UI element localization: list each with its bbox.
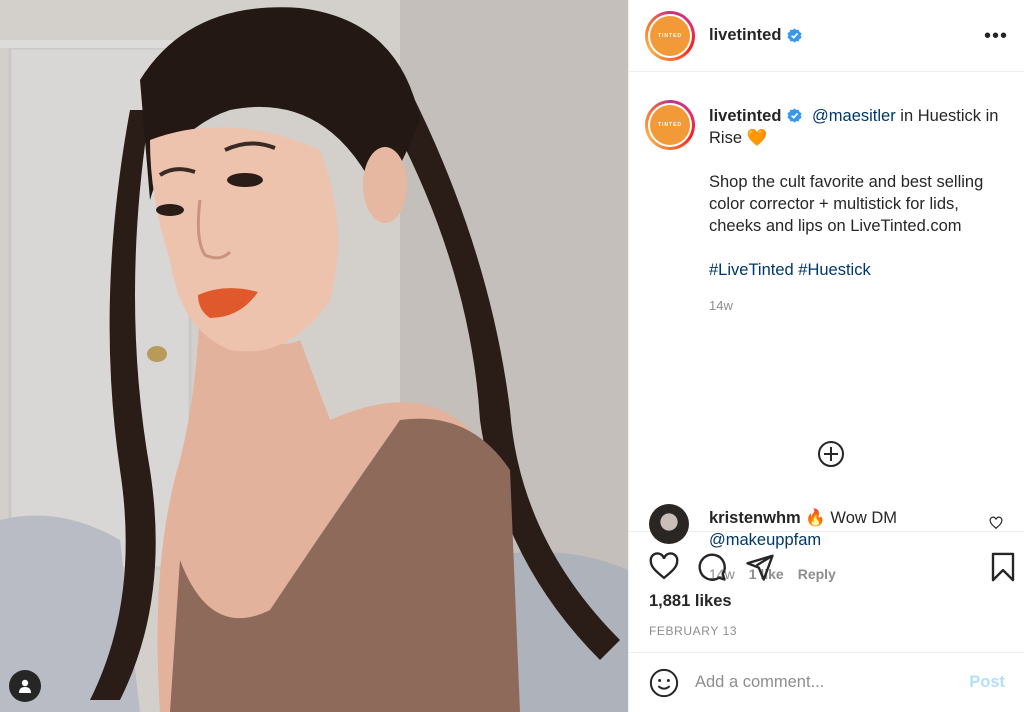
smiley-icon — [649, 668, 679, 697]
post-comment-button[interactable]: Post — [969, 673, 1005, 692]
fire-emoji: 🔥 — [805, 509, 826, 527]
user-tag-icon — [19, 679, 31, 693]
post-header: TINTED livetinted ••• — [629, 0, 1024, 72]
comment-text: Wow DM — [825, 509, 898, 527]
bookmark-icon[interactable] — [989, 552, 1017, 582]
caption-hashtags[interactable]: #LiveTinted #Huestick — [709, 259, 1009, 281]
caption-mention-link[interactable]: @maesitler — [812, 107, 896, 125]
comment-avatar[interactable] — [649, 504, 689, 544]
caption-avatar[interactable]: TINTED — [645, 100, 695, 150]
header-username[interactable]: livetinted — [709, 26, 781, 45]
comment-like-heart-icon[interactable] — [989, 516, 1003, 530]
post-actions — [629, 540, 1024, 598]
heart-icon[interactable] — [649, 552, 679, 580]
comment-username[interactable]: kristenwhm — [709, 509, 801, 527]
account-avatar[interactable]: TINTED — [645, 10, 695, 61]
caption-body: livetinted @maesitler in Huestick in Ris… — [709, 105, 1009, 317]
more-options-icon[interactable]: ••• — [984, 26, 1008, 46]
add-comment-bar: Post — [629, 652, 1024, 712]
likes-count[interactable]: 1,881 likes — [649, 592, 732, 611]
avatar-logo: TINTED — [650, 15, 690, 56]
orange-heart-emoji: 🧡 — [746, 129, 768, 147]
caption-avatar-logo: TINTED — [650, 105, 690, 145]
caption-text: Shop the cult favorite and best selling … — [709, 173, 984, 235]
caption-verified-badge-icon — [787, 108, 802, 123]
comment-input[interactable] — [695, 673, 970, 692]
user-tags-button[interactable] — [9, 670, 41, 702]
post-image[interactable] — [0, 0, 628, 712]
plus-circle-icon[interactable] — [817, 440, 845, 468]
emoji-picker-button[interactable] — [649, 668, 679, 698]
post-date[interactable]: FEBRUARY 13 — [649, 624, 737, 638]
verified-badge-icon — [787, 28, 802, 43]
post-details-panel: TINTED livetinted ••• TINTED livetinted … — [628, 0, 1024, 712]
post-photo-illustration — [0, 0, 628, 712]
comment-bubble-icon[interactable] — [697, 552, 727, 582]
comments-section: TINTED livetinted @maesitler in Huestick… — [629, 72, 1024, 582]
caption-username[interactable]: livetinted — [709, 107, 781, 125]
paper-plane-icon[interactable] — [745, 552, 775, 582]
caption-timestamp[interactable]: 14w — [709, 295, 1009, 317]
